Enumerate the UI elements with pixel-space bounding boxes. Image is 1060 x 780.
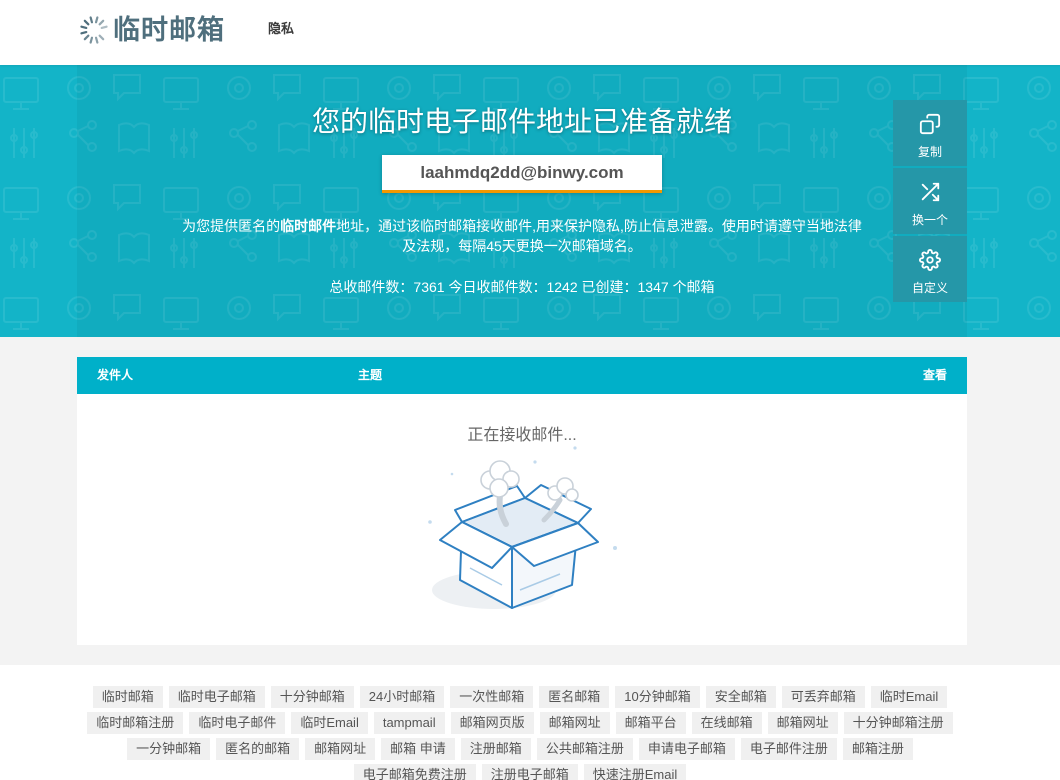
site-header: 临时邮箱 隐私 bbox=[0, 0, 1060, 65]
keyword-tag[interactable]: 注册邮箱 bbox=[460, 738, 531, 760]
hero-description: 为您提供匿名的临时邮件地址，通过该临时邮箱接收邮件,用来保护隐私,防止信息泄露。… bbox=[178, 216, 866, 256]
keyword-tag[interactable]: 邮箱网址 bbox=[767, 712, 838, 734]
keyword-tag[interactable]: 安全邮箱 bbox=[705, 686, 776, 708]
stat-total-value: 7361 bbox=[413, 279, 445, 295]
keyword-tag[interactable]: 10分钟邮箱 bbox=[615, 686, 700, 708]
keyword-tag[interactable]: 24小时邮箱 bbox=[359, 686, 445, 708]
inbox-table-header: 发件人 主题 查看 bbox=[77, 357, 967, 394]
inbox-table-body: 正在接收邮件... bbox=[77, 394, 967, 645]
keyword-tag[interactable]: 快速注册Email bbox=[583, 764, 687, 780]
keyword-tag[interactable]: 一次性邮箱 bbox=[450, 686, 534, 708]
customize-button[interactable]: 自定义 bbox=[893, 236, 967, 302]
keyword-tag[interactable]: 公共邮箱注册 bbox=[536, 738, 633, 760]
keyword-tag[interactable]: 申请电子邮箱 bbox=[638, 738, 735, 760]
column-header-view: 查看 bbox=[922, 368, 947, 382]
keyword-tag[interactable]: 邮箱 申请 bbox=[381, 738, 455, 760]
inbox-section: 发件人 主题 查看 正在接收邮件... bbox=[0, 337, 1060, 665]
description-text-continued: 地址，通过该临时邮箱接收邮件,用来保护隐私,防止信息泄露。使用时请遵守当地法律及… bbox=[336, 218, 862, 254]
keyword-tag[interactable]: 电子邮箱免费注册 bbox=[353, 764, 476, 780]
stat-created-label: 已创建： bbox=[581, 279, 638, 295]
keyword-tag[interactable]: 临时Email bbox=[870, 686, 948, 708]
logo-text: 临时邮箱 bbox=[113, 15, 225, 45]
stat-today-label: 今日收邮件数： bbox=[448, 279, 547, 295]
mailbox-stats: 总收邮件数：7361 今日收邮件数：1242 已创建：1347 个邮箱 bbox=[77, 277, 967, 297]
keyword-tag[interactable]: 临时Email bbox=[291, 712, 368, 734]
email-address-field[interactable]: laahmdq2dd@binwy.com bbox=[382, 155, 662, 193]
keyword-tag[interactable]: 临时电子邮箱 bbox=[168, 686, 265, 708]
keyword-tag[interactable]: 临时电子邮件 bbox=[189, 712, 286, 734]
change-address-button[interactable]: 换一个 bbox=[893, 168, 967, 234]
action-button-group: 复制 换一个 自定义 bbox=[893, 100, 967, 304]
column-header-sender: 发件人 bbox=[97, 368, 134, 382]
keyword-tag[interactable]: 邮箱平台 bbox=[615, 712, 686, 734]
keyword-tag[interactable]: tampmail bbox=[373, 712, 445, 734]
keyword-tag[interactable]: 在线邮箱 bbox=[691, 712, 762, 734]
page: 临时邮箱 隐私 您的临时电子邮件地址已准备就绪 laahmdq2dd@binwy… bbox=[0, 0, 1060, 780]
stat-today-value: 1242 bbox=[546, 279, 578, 295]
description-highlight: 临时邮件 bbox=[280, 218, 337, 234]
inbox-table: 发件人 主题 查看 正在接收邮件... bbox=[77, 357, 967, 645]
nav-privacy-link[interactable]: 隐私 bbox=[268, 20, 294, 38]
change-address-button-label: 换一个 bbox=[911, 213, 948, 227]
gear-icon bbox=[919, 249, 941, 271]
empty-box-illustration bbox=[428, 446, 617, 609]
keyword-tag[interactable]: 十分钟邮箱 bbox=[270, 686, 354, 708]
logo-spinner-icon bbox=[80, 16, 108, 44]
keyword-tag[interactable]: 匿名邮箱 bbox=[539, 686, 610, 708]
keyword-tag[interactable]: 十分钟邮箱注册 bbox=[843, 712, 953, 734]
hero-banner: 您的临时电子邮件地址已准备就绪 laahmdq2dd@binwy.com 为您提… bbox=[0, 65, 1060, 337]
description-text: 为您提供匿名的 bbox=[182, 218, 281, 234]
logo[interactable]: 临时邮箱 bbox=[79, 14, 225, 46]
copy-button-label: 复制 bbox=[917, 145, 942, 159]
keyword-tag[interactable]: 电子邮件注册 bbox=[740, 738, 837, 760]
shuffle-icon bbox=[921, 182, 940, 202]
customize-button-label: 自定义 bbox=[911, 281, 948, 295]
keyword-tag[interactable]: 一分钟邮箱 bbox=[127, 738, 211, 760]
keyword-tag[interactable]: 邮箱注册 bbox=[842, 738, 913, 760]
stat-created-unit: 个邮箱 bbox=[672, 279, 715, 295]
keyword-tag[interactable]: 可丢弃邮箱 bbox=[781, 686, 865, 708]
keyword-tag[interactable]: 邮箱网址 bbox=[305, 738, 376, 760]
hero-title: 您的临时电子邮件地址已准备就绪 bbox=[311, 106, 732, 137]
hero-panel: 您的临时电子邮件地址已准备就绪 laahmdq2dd@binwy.com 为您提… bbox=[77, 65, 967, 337]
keyword-tag[interactable]: 临时邮箱注册 bbox=[87, 712, 184, 734]
seo-tags-footer: 临时邮箱 临时电子邮箱 十分钟邮箱 24小时邮箱 一次性邮箱 匿名邮箱 10分钟… bbox=[0, 665, 1060, 780]
keyword-tag[interactable]: 邮箱网址 bbox=[539, 712, 610, 734]
copy-button[interactable]: 复制 bbox=[893, 100, 967, 166]
keyword-tag[interactable]: 匿名的邮箱 bbox=[216, 738, 300, 760]
stat-created-value: 1347 bbox=[637, 279, 669, 295]
keyword-tag-list: 临时邮箱 临时电子邮箱 十分钟邮箱 24小时邮箱 一次性邮箱 匿名邮箱 10分钟… bbox=[80, 686, 960, 780]
keyword-tag[interactable]: 邮箱网页版 bbox=[450, 712, 534, 734]
stat-total-label: 总收邮件数： bbox=[329, 279, 414, 295]
keyword-tag[interactable]: 临时邮箱 bbox=[92, 686, 163, 708]
column-header-subject: 主题 bbox=[358, 368, 383, 382]
copy-icon bbox=[919, 113, 941, 135]
keyword-tag[interactable]: 注册电子邮箱 bbox=[481, 764, 578, 780]
